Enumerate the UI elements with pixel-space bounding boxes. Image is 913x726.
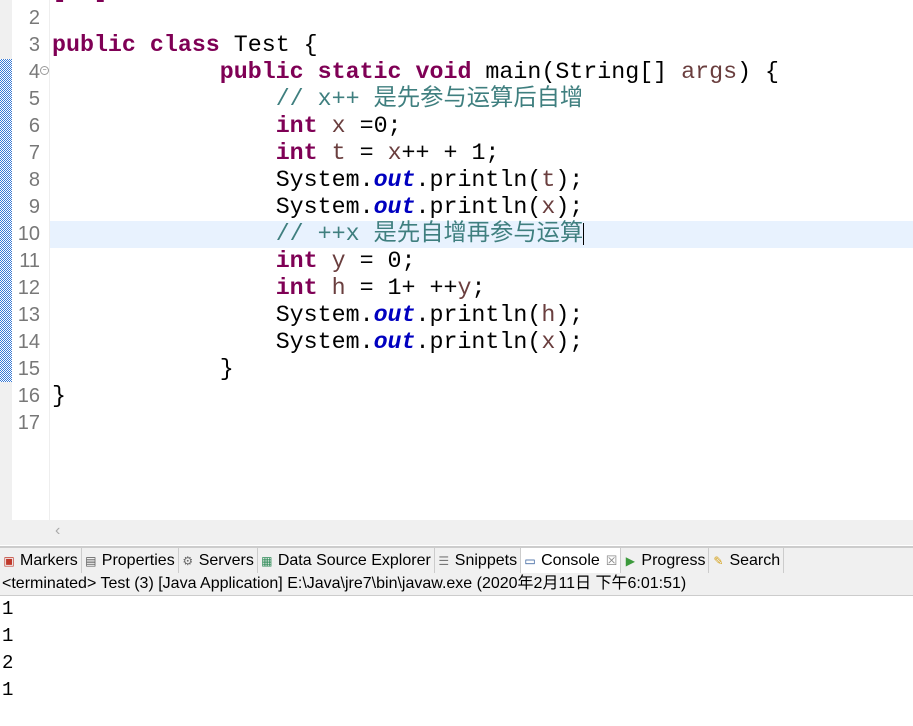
code-line-8: System.out.println(t);: [275, 167, 584, 193]
code-line-5: // x++ 是先参与运算后自增: [275, 86, 584, 112]
tab-label: Snippets: [454, 552, 518, 569]
data-source-icon: ▦: [261, 554, 273, 568]
tab-label: Markers: [20, 552, 78, 569]
line-number: 17: [17, 412, 40, 434]
line-number: 13: [17, 304, 40, 326]
code-line-6: int x =0;: [275, 113, 402, 139]
scroll-left-icon[interactable]: ‹: [55, 522, 60, 540]
code-line-9: System.out.println(x);: [275, 194, 584, 220]
code-line-15: }: [219, 356, 234, 382]
tab-label: Search: [729, 552, 781, 569]
tab-progress[interactable]: ▶ Progress: [621, 548, 710, 574]
servers-icon: ⚙: [182, 554, 194, 568]
code-line-13: System.out.println(h);: [275, 302, 584, 328]
code-editor[interactable]: [ ] 2 3 4 5 6 7 8 9 10 11 12 13 14 15 16 17 − public cl…: [0, 0, 913, 520]
line-number: 9: [28, 196, 40, 218]
tab-markers[interactable]: ▣ Markers: [0, 548, 82, 574]
code-line-16: }: [52, 383, 66, 409]
horizontal-scrollbar[interactable]: ‹: [0, 520, 913, 545]
tab-properties[interactable]: ▤ Properties: [82, 548, 179, 574]
line-number: 7: [28, 142, 40, 164]
progress-icon: ▶: [625, 554, 636, 568]
code-line-3: public class Test {: [52, 32, 318, 58]
tab-console[interactable]: ▭ Console ☒: [521, 548, 622, 574]
line-number: 10: [17, 223, 40, 245]
view-tabs: ▣ Markers ▤ Properties ⚙ Servers ▦ Data Source …: [0, 546, 913, 575]
close-tab-icon[interactable]: ☒: [606, 553, 618, 569]
line-number: 11: [19, 250, 40, 272]
line-number: 3: [28, 34, 40, 56]
line-number: 12: [17, 277, 40, 299]
tab-label: Servers: [198, 552, 254, 569]
tab-snippets[interactable]: ☰ Snippets: [435, 548, 522, 574]
tab-search[interactable]: ✎ Search: [709, 548, 785, 574]
tab-label: Progress: [641, 552, 706, 569]
code-line-4: public static void main(String[] args) {: [219, 59, 780, 85]
console-output-line: 1: [2, 598, 14, 620]
line-number: 2: [28, 7, 40, 29]
console-status: <terminated> Test (3) [Java Application]…: [0, 573, 913, 596]
code-line-14: System.out.println(x);: [275, 329, 584, 355]
tab-servers[interactable]: ⚙ Servers: [179, 548, 258, 574]
change-marker: [0, 59, 12, 382]
tab-label: Data Source Explorer: [277, 552, 431, 569]
properties-icon: ▤: [85, 554, 97, 568]
code-line-10: // ++x 是先自增再参与运算: [275, 221, 585, 247]
tab-label: Properties: [101, 552, 175, 569]
code-line-1-partial: [ ]: [52, 0, 108, 5]
code-line-12: int h = 1+ ++y;: [275, 275, 486, 301]
line-number: 8: [28, 169, 40, 191]
console-icon: ▭: [524, 554, 536, 568]
snippets-icon: ☰: [438, 554, 450, 568]
tab-label: Console: [541, 552, 600, 569]
code-line-7: int t = x++ + 1;: [275, 140, 500, 166]
fold-collapse-icon[interactable]: −: [40, 66, 49, 75]
code-line-11: int y = 0;: [275, 248, 416, 274]
text-cursor: [583, 222, 585, 245]
line-number: 14: [17, 331, 40, 353]
search-icon: ✎: [713, 554, 724, 568]
line-number: 15: [17, 358, 40, 380]
console-output-line: 2: [2, 652, 14, 674]
markers-icon: ▣: [3, 554, 15, 568]
console-output-line: 1: [2, 625, 14, 647]
tab-data-source-explorer[interactable]: ▦ Data Source Explorer: [258, 548, 435, 574]
console-output-line: 1: [2, 679, 14, 701]
line-number: 4: [28, 61, 40, 83]
line-number: 16: [17, 385, 40, 407]
line-number: 5: [28, 88, 40, 110]
line-number: 6: [28, 115, 40, 137]
